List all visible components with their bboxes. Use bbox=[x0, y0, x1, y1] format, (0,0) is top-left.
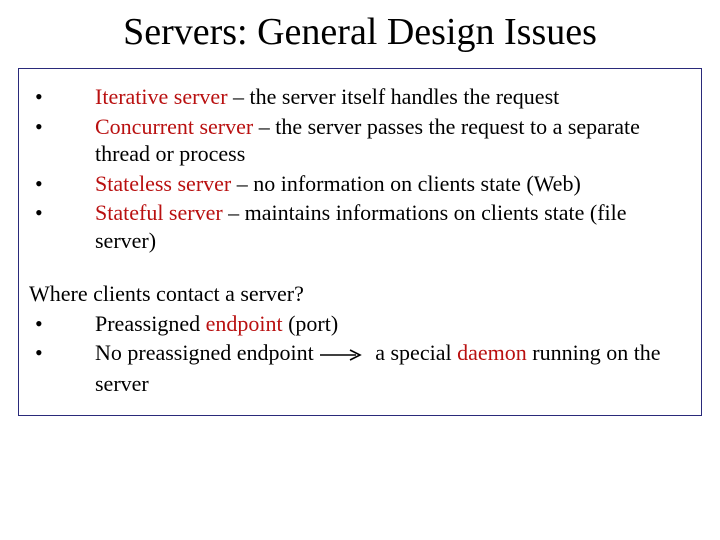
bullet-marker: • bbox=[29, 83, 95, 111]
term: Iterative server bbox=[95, 84, 228, 109]
bullet-marker: • bbox=[29, 310, 95, 338]
bullet-item: • Stateless server – no information on c… bbox=[29, 170, 691, 198]
post: (port) bbox=[283, 311, 339, 336]
pre: No preassigned endpoint bbox=[95, 340, 314, 365]
question-line: Where clients contact a server? bbox=[29, 280, 691, 308]
rest: – no information on clients state (Web) bbox=[231, 171, 581, 196]
bullet-item: • Concurrent server – the server passes … bbox=[29, 113, 691, 168]
bullet-text: Preassigned endpoint (port) bbox=[95, 310, 691, 338]
arrow-icon bbox=[320, 340, 364, 368]
bullet-item: • Preassigned endpoint (port) bbox=[29, 310, 691, 338]
rest: – the server itself handles the request bbox=[228, 84, 560, 109]
bullet-item: • Iterative server – the server itself h… bbox=[29, 83, 691, 111]
bullet-text: Stateful server – maintains informations… bbox=[95, 199, 691, 254]
bullet-text: Iterative server – the server itself han… bbox=[95, 83, 691, 111]
content-box: • Iterative server – the server itself h… bbox=[18, 68, 702, 416]
bullet-item: • Stateful server – maintains informatio… bbox=[29, 199, 691, 254]
term: Concurrent server bbox=[95, 114, 253, 139]
term: daemon bbox=[457, 340, 527, 365]
slide: Servers: General Design Issues • Iterati… bbox=[0, 0, 720, 540]
bullet-text: Concurrent server – the server passes th… bbox=[95, 113, 691, 168]
bullet-marker: • bbox=[29, 170, 95, 198]
bullet-text: Stateless server – no information on cli… bbox=[95, 170, 691, 198]
arrow-then: a special bbox=[375, 340, 457, 365]
pre: Preassigned bbox=[95, 311, 206, 336]
bullet-marker: • bbox=[29, 199, 95, 227]
bullet-text: No preassigned endpoint a special daemon… bbox=[95, 339, 691, 397]
bullet-item: • No preassigned endpoint a special daem… bbox=[29, 339, 691, 397]
bullet-marker: • bbox=[29, 113, 95, 141]
term: Stateful server bbox=[95, 200, 223, 225]
slide-title: Servers: General Design Issues bbox=[18, 10, 702, 54]
term: Stateless server bbox=[95, 171, 231, 196]
term: endpoint bbox=[206, 311, 283, 336]
bullet-marker: • bbox=[29, 339, 95, 367]
